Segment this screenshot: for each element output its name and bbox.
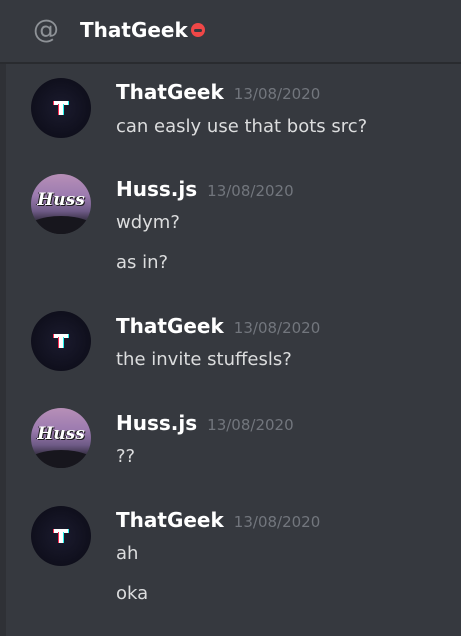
timestamp: 13/08/2020 <box>207 416 294 434</box>
avatar-hill <box>31 216 91 234</box>
thatgeek-avatar[interactable] <box>31 78 91 138</box>
huss-avatar[interactable]: Huss <box>31 174 91 234</box>
left-edge <box>0 0 6 636</box>
channel-title[interactable]: ThatGeek <box>80 17 188 43</box>
thatgeek-avatar[interactable] <box>31 311 91 371</box>
message-text: ah <box>116 543 139 564</box>
author-name[interactable]: ThatGeek <box>116 314 224 338</box>
message-text: oka <box>116 583 149 604</box>
do-not-disturb-icon <box>191 23 205 37</box>
message-text: can easly use that bots src? <box>116 116 368 137</box>
thatgeek-avatar[interactable] <box>31 506 91 566</box>
avatar-logo-text: Huss <box>37 190 85 210</box>
channel-header: @ ThatGeek <box>0 0 461 64</box>
huss-avatar[interactable]: Huss <box>31 408 91 468</box>
dm-chat-window: @ ThatGeek ThatGeek 13/08/2020 can easly … <box>0 0 461 636</box>
author-name[interactable]: Huss.js <box>116 177 197 201</box>
t-logo-icon <box>54 334 68 348</box>
author-name[interactable]: Huss.js <box>116 411 197 435</box>
at-icon: @ <box>33 15 59 45</box>
t-logo-icon <box>54 101 68 115</box>
message-text: as in? <box>116 252 169 273</box>
timestamp: 13/08/2020 <box>233 513 321 531</box>
author-name[interactable]: ThatGeek <box>116 508 224 532</box>
timestamp: 13/08/2020 <box>233 85 321 103</box>
avatar-hill <box>31 450 91 468</box>
timestamp: 13/08/2020 <box>233 319 321 337</box>
avatar-logo-text: Huss <box>37 424 85 444</box>
message-text: ?? <box>116 446 136 467</box>
t-logo-icon <box>54 529 68 543</box>
timestamp: 13/08/2020 <box>207 182 294 200</box>
message-text: the invite stuffesls? <box>116 349 292 370</box>
author-name[interactable]: ThatGeek <box>116 80 224 104</box>
message-text: wdym? <box>116 212 180 233</box>
